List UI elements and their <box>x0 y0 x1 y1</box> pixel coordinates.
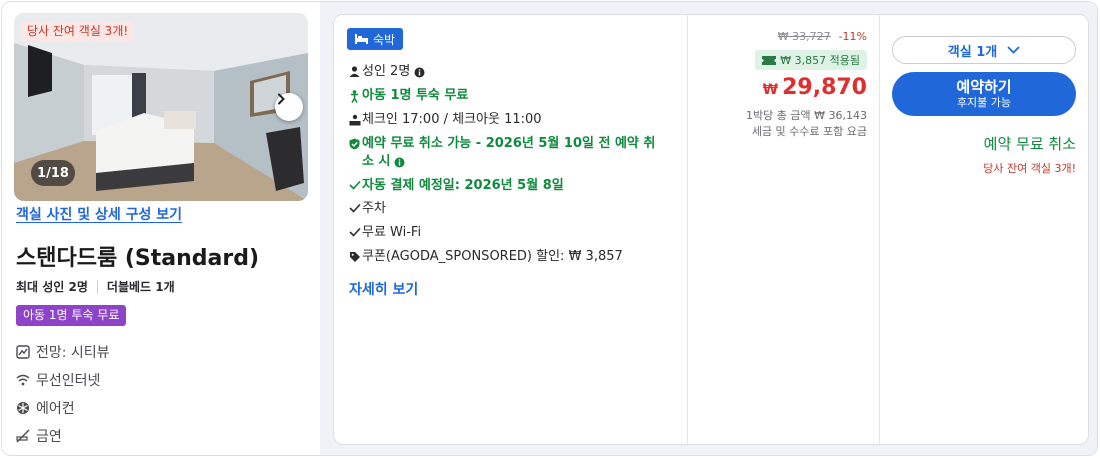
info-icon[interactable] <box>414 67 425 78</box>
benefit-text: 무료 Wi-Fi <box>362 225 422 240</box>
offer-panel: 숙박 성인 2명 아동 1명 투숙 무료 체크인 17:00 / 체크아웃 11… <box>333 14 1089 445</box>
benefit-text: 쿠폰(AGODA_SPONSORED) 할인: ₩ 3,857 <box>362 249 623 264</box>
stay-badge-label: 숙박 <box>373 32 396 47</box>
benefit-text: 체크인 17:00 / 체크아웃 11:00 <box>362 112 542 127</box>
max-occupancy: 최대 성인 2명 <box>16 280 88 294</box>
price-currency: ₩ <box>762 82 779 98</box>
check-icon <box>348 227 361 237</box>
scarcity-badge: 당사 잔여 객실 3개! <box>21 21 135 41</box>
room-title: 스탠다드룸 (Standard) <box>16 246 260 271</box>
room-quantity-select[interactable]: 객실 1개 <box>892 36 1076 64</box>
bed-icon <box>355 34 368 44</box>
benefit-text: 예약 무료 취소 가능 - 2026년 5월 10일 전 예약 취 <box>362 136 656 151</box>
original-price: ₩ 33,727 <box>777 30 831 43</box>
benefit-text: 소 시 <box>362 154 391 169</box>
ticket-icon <box>762 55 777 65</box>
rooms-left-text: 당사 잔여 객실 3개! <box>983 162 1076 175</box>
feature-wifi: 무선인터넷 <box>16 370 100 390</box>
benefit-adults: 성인 2명 <box>347 63 425 81</box>
tax-note: 세금 및 수수료 포함 요금 <box>751 125 867 138</box>
benefit-kids-free: 아동 1명 투숙 무료 <box>347 87 468 105</box>
benefit-coupon: 쿠폰(AGODA_SPONSORED) 할인: ₩ 3,857 <box>347 248 623 266</box>
chevron-right-icon <box>278 93 285 105</box>
feature-label: 전망: 시티뷰 <box>36 345 110 361</box>
final-price: ₩ 29,870 <box>763 75 867 100</box>
per-night-total: 1박당 총 금액 ₩ 36,143 <box>746 109 867 122</box>
check-icon <box>348 180 361 190</box>
next-photo-button[interactable] <box>275 93 303 121</box>
book-button-sublabel: 후지불 가능 <box>956 96 1012 109</box>
room-offer-card: 당사 잔여 객실 3개! 1/18 객실 사진 및 상세 구성 보기 스탠다드룸… <box>1 1 1098 456</box>
more-details-link[interactable]: 자세히 보기 <box>349 279 418 299</box>
discount-percent: -11% <box>838 30 867 43</box>
feature-aircon: 에어컨 <box>16 398 75 418</box>
kids-free-badge: 아동 1명 투숙 무료 <box>16 305 127 326</box>
price-column: ₩ 33,727 -11% ₩ 3,857 적용됨 ₩ 29,870 1박당 총… <box>688 15 879 444</box>
check-icon <box>348 203 361 213</box>
room-quantity-value: 객실 1개 <box>947 44 998 60</box>
benefit-free-cancel: 예약 무료 취소 가능 - 2026년 5월 10일 전 예약 취 소 시 <box>347 135 655 171</box>
divider <box>96 279 98 294</box>
feature-label: 무선인터넷 <box>36 373 101 389</box>
wifi-icon <box>16 374 30 386</box>
feature-no-smoking: 금연 <box>16 426 62 446</box>
view-icon <box>16 345 30 359</box>
price-details: 1박당 총 금액 ₩ 36,143 세금 및 수수료 포함 요금 <box>746 108 867 140</box>
shield-check-icon <box>349 138 360 150</box>
no-smoking-icon <box>16 429 30 443</box>
price-amount: 29,870 <box>782 75 867 100</box>
chevron-down-icon <box>1007 46 1020 54</box>
book-button-label: 예약하기 <box>956 78 1012 96</box>
room-occupancy: 최대 성인 2명 더블베드 1개 <box>16 278 175 295</box>
photo-counter: 1/18 <box>31 160 75 186</box>
child-icon <box>351 90 358 103</box>
bed-type: 더블베드 1개 <box>106 280 175 294</box>
tag-icon <box>349 252 360 262</box>
room-photo[interactable]: 당사 잔여 객실 3개! 1/18 <box>14 13 308 201</box>
original-price-row: ₩ 33,727 -11% <box>778 30 867 43</box>
book-button[interactable]: 예약하기 후지불 가능 <box>892 72 1076 116</box>
room-info-section: 당사 잔여 객실 3개! 1/18 객실 사진 및 상세 구성 보기 스탠다드룸… <box>2 2 320 455</box>
snowflake-icon <box>17 402 29 414</box>
benefit-text: 자동 결제 예정일: 2026년 5월 8일 <box>362 178 564 193</box>
benefit-auto-payment: 자동 결제 예정일: 2026년 5월 8일 <box>347 177 564 195</box>
coupon-applied-text: ₩ 3,857 적용됨 <box>780 54 860 67</box>
stay-badge: 숙박 <box>347 28 404 50</box>
benefit-wifi: 무료 Wi-Fi <box>347 224 421 242</box>
free-cancellation-text: 예약 무료 취소 <box>983 135 1076 153</box>
benefit-checkin: 체크인 17:00 / 체크아웃 11:00 <box>347 111 542 129</box>
person-icon <box>349 66 360 77</box>
coupon-applied-badge: ₩ 3,857 적용됨 <box>755 50 867 70</box>
action-column: 객실 1개 예약하기 후지불 가능 예약 무료 취소 당사 잔여 객실 3개! <box>880 15 1088 444</box>
benefit-parking: 주차 <box>347 200 386 218</box>
feature-label: 금연 <box>36 429 62 445</box>
benefit-text: 주차 <box>362 201 386 216</box>
benefit-text: 아동 1명 투숙 무료 <box>362 88 469 103</box>
reception-icon <box>349 114 360 126</box>
benefit-text: 성인 2명 <box>362 64 411 79</box>
room-photos-link[interactable]: 객실 사진 및 상세 구성 보기 <box>16 204 182 224</box>
feature-view: 전망: 시티뷰 <box>16 342 110 362</box>
feature-label: 에어컨 <box>36 401 75 417</box>
info-icon[interactable] <box>394 157 405 168</box>
